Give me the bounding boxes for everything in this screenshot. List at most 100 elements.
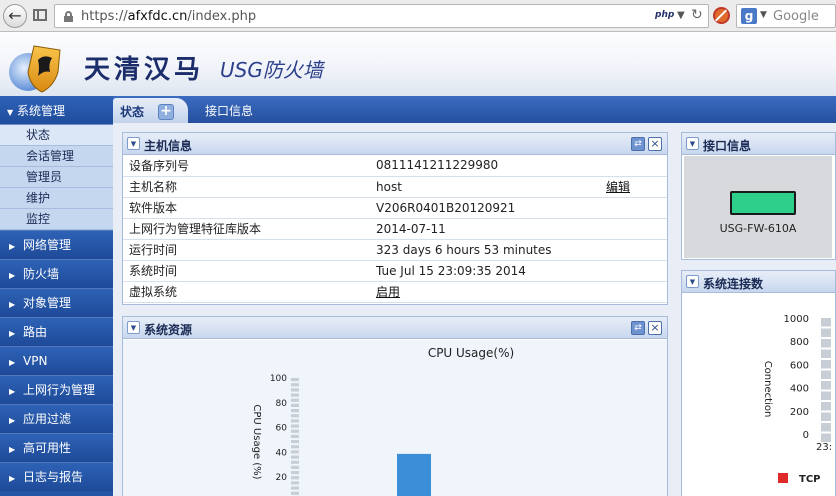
y-axis-segment [291, 471, 299, 475]
y-tick-label: 400 [790, 384, 809, 395]
sidebar-group-objects[interactable]: ▶ 对象管理 [0, 288, 113, 317]
sidebar-group-logs[interactable]: ▶ 日志与报告 [0, 462, 113, 491]
sidebar-item-maintenance[interactable]: 维护 [0, 188, 113, 209]
y-axis-segment [821, 349, 831, 358]
legend-swatch-tcp [778, 473, 788, 483]
table-row: 运行时间 323 days 6 hours 53 minutes [123, 239, 667, 261]
caret-right-icon: ▶ [9, 271, 16, 280]
cpu-usage-chart: CPU Usage(%) CPU Usage (%) 020406080100 [251, 346, 514, 496]
panel-title: 主机信息 [144, 139, 193, 153]
y-tick-label: 100 [270, 374, 287, 384]
y-axis-segment [821, 360, 831, 369]
y-tick-label: 20 [276, 473, 288, 483]
system-resources-panel: ▼ 系统资源 ⇄ × CPU Usage(%) CPU Usage (%) 02… [122, 316, 668, 496]
tab-bar: 状态 + 接口信息 [113, 96, 836, 123]
x-tick-label: 23: [816, 442, 832, 453]
sidebar-item-status[interactable]: 状态 [0, 125, 113, 146]
row-value: V206R0401B20120921 [376, 197, 604, 219]
sidebar-item-sessions[interactable]: 会话管理 [0, 146, 113, 167]
y-axis-segment [291, 445, 299, 449]
tab-interface-info[interactable]: 接口信息 [205, 102, 253, 119]
collapse-icon[interactable]: ▼ [127, 137, 140, 150]
sidebar: ▼ 系统管理 状态 会话管理 管理员 维护 监控 ▶ 网络管理 ▶ 防火墙 ▶ 对象管理… [0, 96, 113, 496]
sidebar-group-vpn[interactable]: ▶ VPN [0, 346, 113, 375]
refresh-icon[interactable]: ⇄ [631, 137, 645, 151]
y-tick-label: 0 [803, 430, 809, 441]
row-label: 软件版本 [123, 197, 376, 219]
panel-title: 系统连接数 [703, 277, 764, 291]
y-axis-segment [291, 455, 299, 459]
table-row: 软件版本 V206R0401B20120921 [123, 197, 667, 219]
address-bar[interactable]: https://afxfdc.cn/index.php php ▼ ↻ [54, 4, 709, 28]
device-status-led[interactable] [730, 191, 796, 215]
y-tick-label: 200 [790, 407, 809, 418]
refresh-icon[interactable]: ⇄ [631, 321, 645, 335]
virtual-system-link[interactable]: 启用 [376, 285, 400, 299]
close-icon[interactable]: × [648, 137, 662, 151]
app-banner: 天清汉马 USG防火墙 [0, 32, 836, 96]
row-value: 323 days 6 hours 53 minutes [376, 239, 604, 261]
back-button[interactable]: ← [3, 4, 27, 28]
row-value: 2014-07-11 [376, 218, 604, 240]
y-axis-segment [821, 391, 831, 400]
noscript-icon[interactable] [713, 7, 730, 24]
sidebar-group-system[interactable]: ▼ 系统管理 [0, 96, 113, 125]
caret-right-icon: ▶ [9, 445, 16, 454]
interface-info-panel: ▼ 接口信息 USG-FW-610A [681, 132, 836, 260]
sidebar-group-routing[interactable]: ▶ 路由 [0, 317, 113, 346]
tab-status[interactable]: 状态 + [113, 98, 188, 123]
y-axis-segment [291, 491, 299, 495]
sidebar-item-admins[interactable]: 管理员 [0, 167, 113, 188]
search-engine-dropdown-icon[interactable]: ▼ [760, 10, 767, 20]
row-label: 上网行为管理特征库版本 [123, 218, 376, 240]
edit-hostname-link[interactable]: 编辑 [606, 180, 630, 194]
url-dropdown-icon[interactable]: ▼ [677, 10, 685, 21]
y-axis-segment [291, 434, 299, 438]
collapse-icon[interactable]: ▼ [686, 137, 699, 150]
search-box[interactable]: g ▼ Google [736, 4, 836, 28]
row-label: 运行时间 [123, 239, 376, 261]
y-axis-segment [291, 465, 299, 469]
sidebar-item-monitor[interactable]: 监控 [0, 209, 113, 230]
y-axis-segment [291, 414, 299, 418]
y-axis-segment [291, 378, 299, 382]
reload-icon[interactable]: ↻ [691, 7, 703, 23]
google-icon[interactable]: g [741, 8, 757, 24]
y-axis-segment [821, 339, 831, 348]
y-axis-segment [291, 424, 299, 428]
y-axis-segment [291, 419, 299, 423]
app-grid-icon[interactable] [33, 9, 47, 21]
host-info-table: 设备序列号 0811141211229980 主机名称 host 编辑 软件版本 V20… [123, 155, 667, 303]
caret-right-icon: ▶ [9, 474, 16, 483]
y-axis-segment [291, 440, 299, 444]
panel-header: ▼ 主机信息 ⇄ × [123, 133, 667, 155]
row-value: host [376, 176, 604, 198]
close-icon[interactable]: × [648, 321, 662, 335]
legend-label-tcp: TCP [799, 474, 821, 485]
brand-name: 天清汉马 [84, 55, 205, 85]
y-tick-label: 80 [276, 399, 288, 409]
row-label: 系统时间 [123, 260, 376, 282]
sidebar-group-firewall[interactable]: ▶ 防火墙 [0, 259, 113, 288]
table-row: 系统时间 Tue Jul 15 23:09:35 2014 [123, 260, 667, 282]
panel-title: 系统资源 [144, 323, 193, 337]
device-panel: USG-FW-610A [684, 156, 832, 258]
y-axis-segment [291, 403, 299, 407]
y-axis-segment [821, 328, 831, 337]
collapse-icon[interactable]: ▼ [127, 321, 140, 334]
sidebar-group-web-behavior[interactable]: ▶ 上网行为管理 [0, 375, 113, 404]
connections-panel: ▼ 系统连接数 Connection 23: TCP 0 200 400 600 800… [681, 270, 836, 496]
y-tick-label: 600 [790, 360, 809, 371]
y-axis-segment [291, 460, 299, 464]
row-label: 主机名称 [123, 176, 376, 198]
y-axis-segment [821, 370, 831, 379]
sidebar-group-network[interactable]: ▶ 网络管理 [0, 230, 113, 259]
sidebar-group-app-filter[interactable]: ▶ 应用过滤 [0, 404, 113, 433]
browser-toolbar: ← https://afxfdc.cn/index.php php ▼ ↻ g … [0, 0, 836, 32]
y-axis-segment [291, 476, 299, 480]
y-tick-label: 60 [276, 424, 288, 434]
collapse-icon[interactable]: ▼ [686, 275, 699, 288]
add-tab-button[interactable]: + [158, 104, 174, 120]
sidebar-group-ha[interactable]: ▶ 高可用性 [0, 433, 113, 462]
panel-title: 接口信息 [703, 139, 752, 153]
